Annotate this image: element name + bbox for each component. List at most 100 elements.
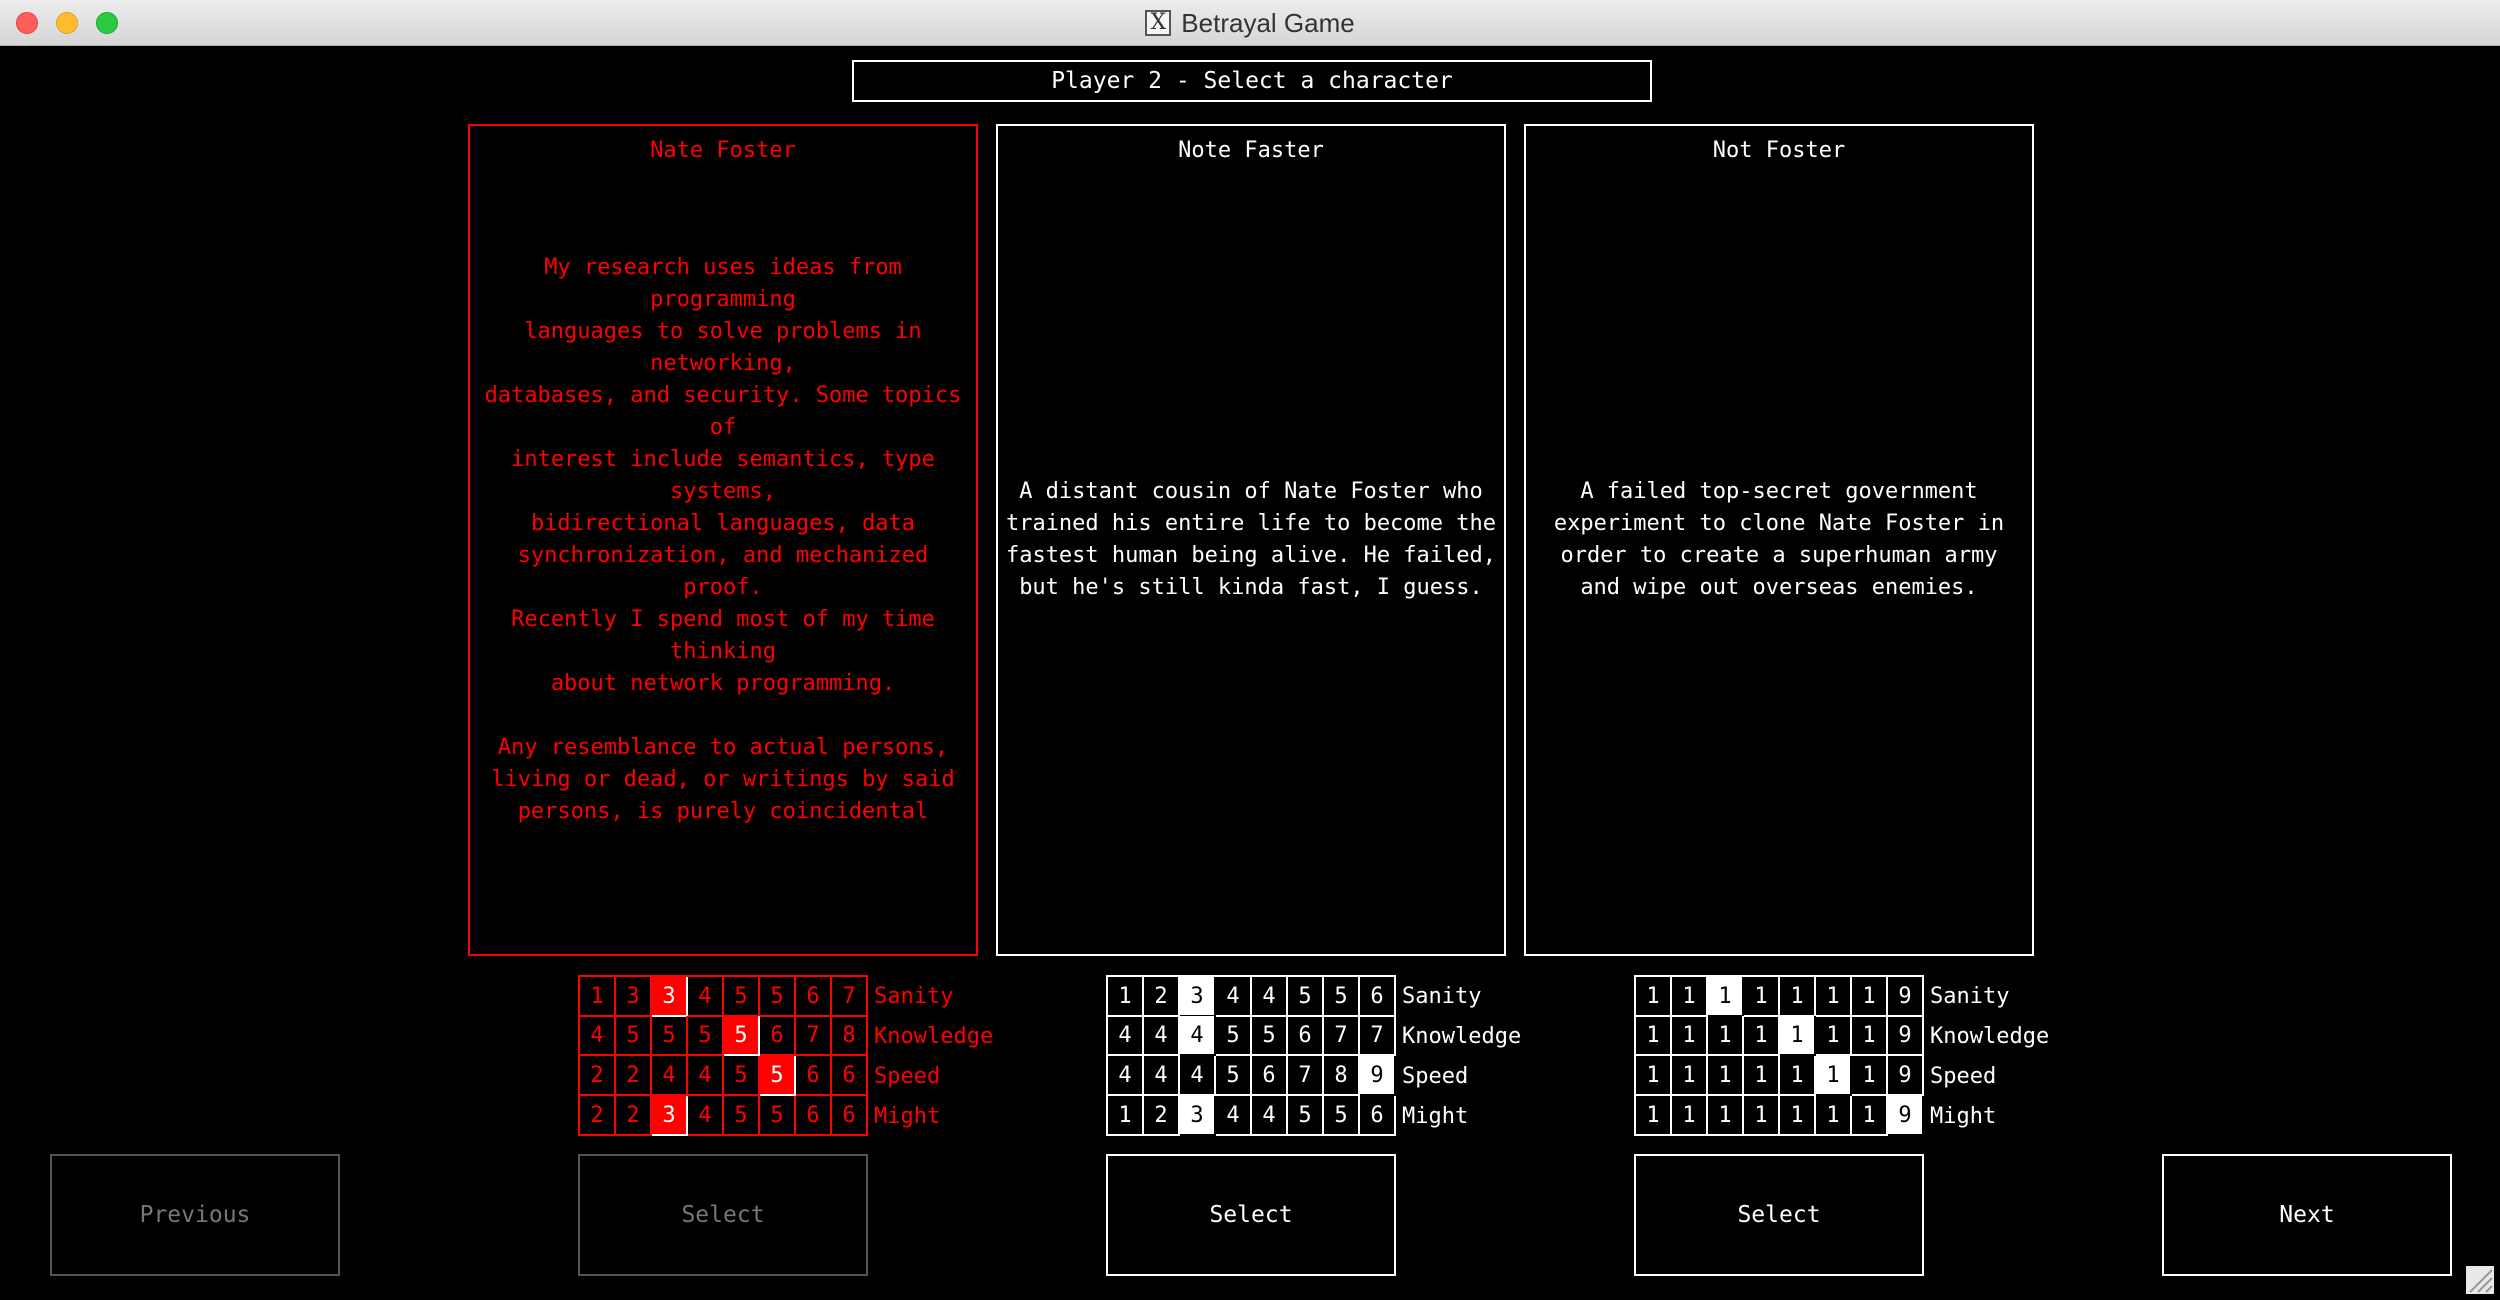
- stat-track: 44456789: [1106, 1056, 1396, 1096]
- stat-track: 11111119: [1634, 1096, 1924, 1136]
- stat-cell: 4: [1252, 1096, 1288, 1136]
- stat-cell: 4: [580, 1016, 616, 1056]
- stat-cell: 8: [1324, 1056, 1360, 1096]
- stat-cell: 7: [1288, 1056, 1324, 1096]
- stat-cell: 2: [580, 1096, 616, 1136]
- stat-cell: 1: [1108, 1096, 1144, 1136]
- stat-cell-current: 3: [1180, 1096, 1216, 1136]
- stat-cell: 4: [1144, 1056, 1180, 1096]
- stat-cell: 2: [1144, 1096, 1180, 1136]
- stat-cell: 5: [652, 1016, 688, 1056]
- stat-cell: 5: [1216, 1056, 1252, 1096]
- stat-label: Speed: [1402, 1063, 1469, 1089]
- stat-cell: 5: [1252, 1016, 1288, 1056]
- stat-cell: 6: [796, 1096, 832, 1136]
- select-button-nate-foster[interactable]: Select: [578, 1154, 868, 1276]
- stat-label: Sanity: [1402, 983, 1482, 1009]
- stat-cell: 1: [1672, 1056, 1708, 1096]
- selection-prompt: Player 2 - Select a character: [852, 60, 1652, 102]
- stat-cell-current: 1: [1780, 1016, 1816, 1056]
- previous-button[interactable]: Previous: [50, 1154, 340, 1276]
- stat-cell-current: 4: [1180, 1016, 1216, 1056]
- stat-cell: 8: [832, 1016, 868, 1056]
- select-button-note-faster[interactable]: Select: [1106, 1154, 1396, 1276]
- select-button-not-foster[interactable]: Select: [1634, 1154, 1924, 1276]
- stat-cell: 1: [1744, 1056, 1780, 1096]
- stat-cell: 5: [724, 1096, 760, 1136]
- stat-cell: 3: [616, 977, 652, 1017]
- stat-cell-current: 3: [652, 1096, 688, 1136]
- stat-cell: 5: [1288, 977, 1324, 1017]
- stat-track: 45555678: [578, 1016, 868, 1056]
- stat-cell: 1: [1636, 977, 1672, 1017]
- stat-cell: 9: [1888, 1016, 1924, 1056]
- stat-cell: 6: [1360, 1096, 1396, 1136]
- stat-cell: 5: [760, 1096, 796, 1136]
- stat-cell: 6: [1252, 1056, 1288, 1096]
- stat-row-might: 1 1 1 1 1 1 1 9 Might: [1634, 1096, 2049, 1136]
- stat-cell: 5: [688, 1016, 724, 1056]
- stat-label: Might: [874, 1103, 941, 1129]
- stat-cell-current: 3: [652, 977, 688, 1017]
- stat-row-speed: 1 1 1 1 1 1 1 9 Speed: [1634, 1056, 2049, 1096]
- stat-track: 11111119: [1634, 1056, 1924, 1096]
- stat-row-sanity: 1 3 3 4 5 5 6 7 Sanity: [578, 975, 993, 1017]
- stat-cell: 6: [1360, 977, 1396, 1017]
- stat-cell: 1: [1108, 977, 1144, 1017]
- stat-track: 44455677: [1106, 1016, 1396, 1056]
- stat-cell: 1: [1852, 977, 1888, 1017]
- stat-cell: 5: [760, 977, 796, 1017]
- stat-cell-current: 9: [1888, 1096, 1924, 1136]
- stat-track: 22345566: [578, 1096, 868, 1136]
- stat-cell: 7: [1360, 1016, 1396, 1056]
- character-name: Nate Foster: [650, 138, 796, 163]
- stat-row-sanity: 1 1 1 1 1 1 1 9 Sanity: [1634, 975, 2049, 1017]
- stat-cell: 4: [1144, 1016, 1180, 1056]
- stat-cell: 6: [832, 1056, 868, 1096]
- stat-label: Might: [1402, 1103, 1469, 1129]
- character-description: A distant cousin of Nate Foster who trai…: [1005, 479, 1497, 600]
- stat-cell-current: 5: [760, 1056, 796, 1096]
- stat-cell: 9: [1888, 1056, 1924, 1096]
- stat-cell: 2: [1144, 977, 1180, 1017]
- stat-label: Knowledge: [1402, 1023, 1522, 1049]
- stat-cell: 5: [1216, 1016, 1252, 1056]
- stat-cell: 1: [1672, 1096, 1708, 1136]
- character-name: Not Foster: [1712, 138, 1846, 163]
- stat-cell: 5: [616, 1016, 652, 1056]
- stat-cell: 1: [1852, 1016, 1888, 1056]
- stat-cell: 5: [1324, 1096, 1360, 1136]
- stat-cell: 1: [1636, 1056, 1672, 1096]
- stat-cell: 4: [1216, 1096, 1252, 1136]
- stat-cell: 1: [1780, 1056, 1816, 1096]
- stat-label: Knowledge: [874, 1023, 994, 1049]
- stat-cell: 6: [796, 977, 832, 1017]
- stat-cell: 1: [1744, 1096, 1780, 1136]
- stat-label: Might: [1930, 1103, 1997, 1129]
- stat-row-sanity: 1 2 3 4 4 5 5 6 Sanity: [1106, 975, 1521, 1017]
- character-card-nate-foster[interactable]: My research uses ideas from programming …: [468, 124, 978, 956]
- character-card-note-faster[interactable]: A distant cousin of Nate Foster who trai…: [996, 124, 1506, 956]
- stat-cell: 1: [1708, 1096, 1744, 1136]
- stat-cell: 1: [1852, 1056, 1888, 1096]
- stat-cell: 2: [616, 1096, 652, 1136]
- next-button[interactable]: Next: [2162, 1154, 2452, 1276]
- stat-cell: 4: [688, 1056, 724, 1096]
- stat-row-might: 1 2 3 4 4 5 5 6 Might: [1106, 1096, 1521, 1136]
- stat-row-knowledge: 4 4 4 5 5 6 7 7 Knowledge: [1106, 1016, 1521, 1056]
- stat-track: 12344556: [1106, 1096, 1396, 1136]
- stat-cell: 4: [1180, 1056, 1216, 1096]
- resize-grip-icon[interactable]: [2466, 1266, 2494, 1294]
- stat-cell-current: 9: [1360, 1056, 1396, 1096]
- stat-cell: 4: [1108, 1016, 1144, 1056]
- stat-cell: 9: [1888, 977, 1924, 1017]
- stat-cell-current: 3: [1180, 977, 1216, 1017]
- stats-grid-not-foster: 1 1 1 1 1 1 1 9 Sanity 1 1 1 1 1 1 1 9 Knowledge 1 1 1 1 1 1 1 9 S…: [1634, 975, 2049, 1136]
- character-card-not-foster[interactable]: A failed top-secret government experimen…: [1524, 124, 2034, 956]
- stat-cell: 1: [580, 977, 616, 1017]
- stat-label: Speed: [1930, 1063, 1997, 1089]
- character-description: My research uses ideas from programming …: [484, 255, 962, 824]
- stat-cell: 1: [1708, 1016, 1744, 1056]
- stat-cell: 5: [724, 1056, 760, 1096]
- window-title-group: X Betrayal Game: [0, 0, 2500, 46]
